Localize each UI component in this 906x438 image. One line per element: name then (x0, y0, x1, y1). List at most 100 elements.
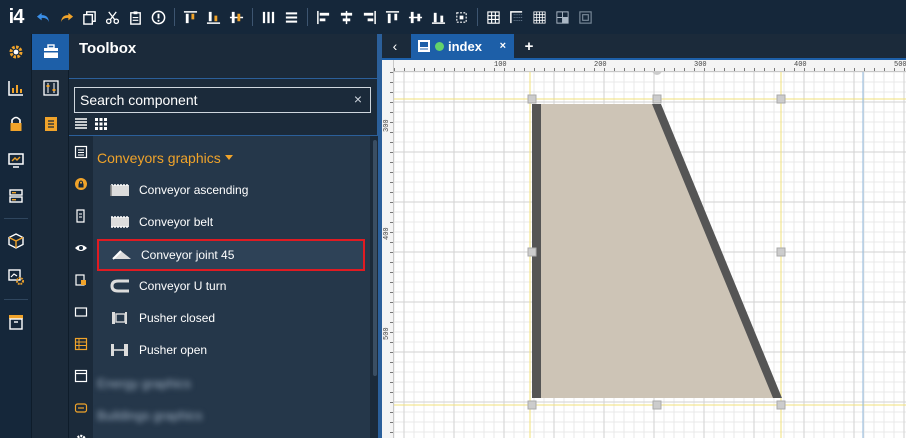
search-input[interactable] (75, 88, 335, 112)
toolbar-separator (252, 8, 253, 26)
category-tables[interactable] (69, 328, 93, 360)
tab-back-button[interactable]: ‹ (382, 34, 408, 58)
properties-toggle[interactable] (32, 70, 69, 106)
category-basic[interactable] (69, 136, 93, 168)
ruler-tick (390, 172, 393, 173)
component-conveyor-belt[interactable]: Conveyor belt (97, 206, 365, 238)
component-label: Conveyor belt (139, 215, 214, 229)
ruler-tick (544, 68, 545, 71)
grid-fine-button[interactable] (528, 5, 551, 29)
align-middle-button[interactable] (225, 5, 248, 29)
info-button[interactable] (147, 5, 170, 29)
view-mode-toggle (74, 117, 108, 131)
ruler-tick (774, 68, 775, 71)
align-bottom-edge-button[interactable] (427, 5, 450, 29)
ruler-tick (390, 312, 393, 313)
dashboard-gear-icon (8, 269, 24, 285)
nav-reports[interactable] (0, 70, 32, 106)
align-right-icon (363, 10, 376, 24)
category-collapsed[interactable]: Buildings graphics (97, 408, 337, 428)
clear-search-button[interactable]: × (354, 91, 362, 107)
component-conveyor-ascending[interactable]: Conveyor ascending (97, 174, 365, 206)
ruler-tick (494, 68, 495, 71)
nav-packages[interactable] (0, 223, 32, 259)
component-conveyor-u-turn[interactable]: Conveyor U turn (97, 270, 365, 302)
ruler-tick (424, 68, 425, 71)
conveyor-ascending-icon (109, 181, 131, 199)
scrollbar-thumb[interactable] (373, 140, 377, 376)
ruler-tick (874, 68, 875, 71)
widget-icon (74, 403, 88, 413)
ruler-tick (390, 182, 393, 183)
align-top-edge-button[interactable] (381, 5, 404, 29)
grid-snap-button[interactable] (551, 5, 574, 29)
align-center-button[interactable] (335, 5, 358, 29)
ruler-tick (390, 412, 393, 413)
component-conveyor-joint-45[interactable]: Conveyor joint 45 (97, 239, 365, 271)
align-bottom-button[interactable] (202, 5, 225, 29)
add-tab-button[interactable]: + (518, 34, 540, 58)
distribute-h-button[interactable] (257, 5, 280, 29)
align-left-button[interactable] (312, 5, 335, 29)
tab-close-button[interactable]: × (500, 40, 506, 52)
nav-separator (3, 299, 28, 300)
canvas-drawing[interactable] (382, 60, 906, 438)
grid-view-icon[interactable] (94, 117, 108, 131)
category-scripts[interactable] (69, 200, 93, 232)
nav-archive[interactable] (0, 304, 32, 340)
ruler-label: 400 (383, 227, 391, 240)
selection-handle (776, 94, 786, 104)
category-tags[interactable] (69, 264, 93, 296)
selection-handle (652, 400, 662, 410)
category-collapsed[interactable]: Energy graphics (97, 376, 337, 396)
category-visibility[interactable] (69, 232, 93, 264)
top-toolbar: i4 (0, 0, 906, 34)
table-icon (74, 337, 88, 351)
list-view-icon[interactable] (74, 117, 88, 131)
category-screens[interactable] (69, 296, 93, 328)
align-right-button[interactable] (358, 5, 381, 29)
copy-button[interactable] (78, 5, 101, 29)
paste-button[interactable] (124, 5, 147, 29)
caret-down-icon (224, 155, 233, 160)
nav-devices[interactable] (0, 178, 32, 214)
component-pusher-open[interactable]: Pusher open (97, 334, 365, 366)
grid-off-button[interactable] (574, 5, 597, 29)
pages-toggle[interactable] (32, 106, 69, 142)
ruler-tick (704, 68, 705, 71)
cut-button[interactable] (101, 5, 124, 29)
category-advanced[interactable] (69, 424, 93, 438)
redo-button[interactable] (55, 5, 78, 29)
nav-settings[interactable] (0, 34, 32, 70)
align-vcenter-button[interactable] (404, 5, 427, 29)
nav-monitor[interactable] (0, 142, 32, 178)
tab-index[interactable]: index × (411, 34, 514, 58)
category-header[interactable]: Conveyors graphics (97, 150, 233, 166)
toolbar-group-distribute (257, 0, 303, 34)
grid-button[interactable] (482, 5, 505, 29)
component-pusher-closed[interactable]: Pusher closed (97, 302, 365, 334)
ruler-tick (454, 68, 455, 71)
category-security[interactable] (69, 168, 93, 200)
ruler-tick (514, 68, 515, 71)
align-top-button[interactable] (179, 5, 202, 29)
toolbox-toggle[interactable] (32, 34, 69, 70)
nav-security[interactable] (0, 106, 32, 142)
ruler-tick (624, 68, 625, 71)
nav-dashboard-settings[interactable] (0, 259, 32, 295)
selection-handle (527, 94, 537, 104)
design-canvas[interactable]: 100 200 300 400 500 300 400 500 (382, 60, 906, 438)
category-windows[interactable] (69, 360, 93, 392)
ruler-tick (654, 68, 655, 71)
category-widgets[interactable] (69, 392, 93, 424)
undo-button[interactable] (32, 5, 55, 29)
component-list-scrollbar[interactable] (372, 136, 378, 438)
align-bottom-icon (206, 11, 221, 24)
toolbox-divider (69, 78, 377, 79)
grid-corner-button[interactable] (505, 5, 528, 29)
distribute-v-button[interactable] (280, 5, 303, 29)
ruler-tick (844, 68, 845, 71)
same-size-button[interactable] (450, 5, 473, 29)
script-icon (76, 209, 85, 223)
ruler-tick (390, 392, 393, 393)
